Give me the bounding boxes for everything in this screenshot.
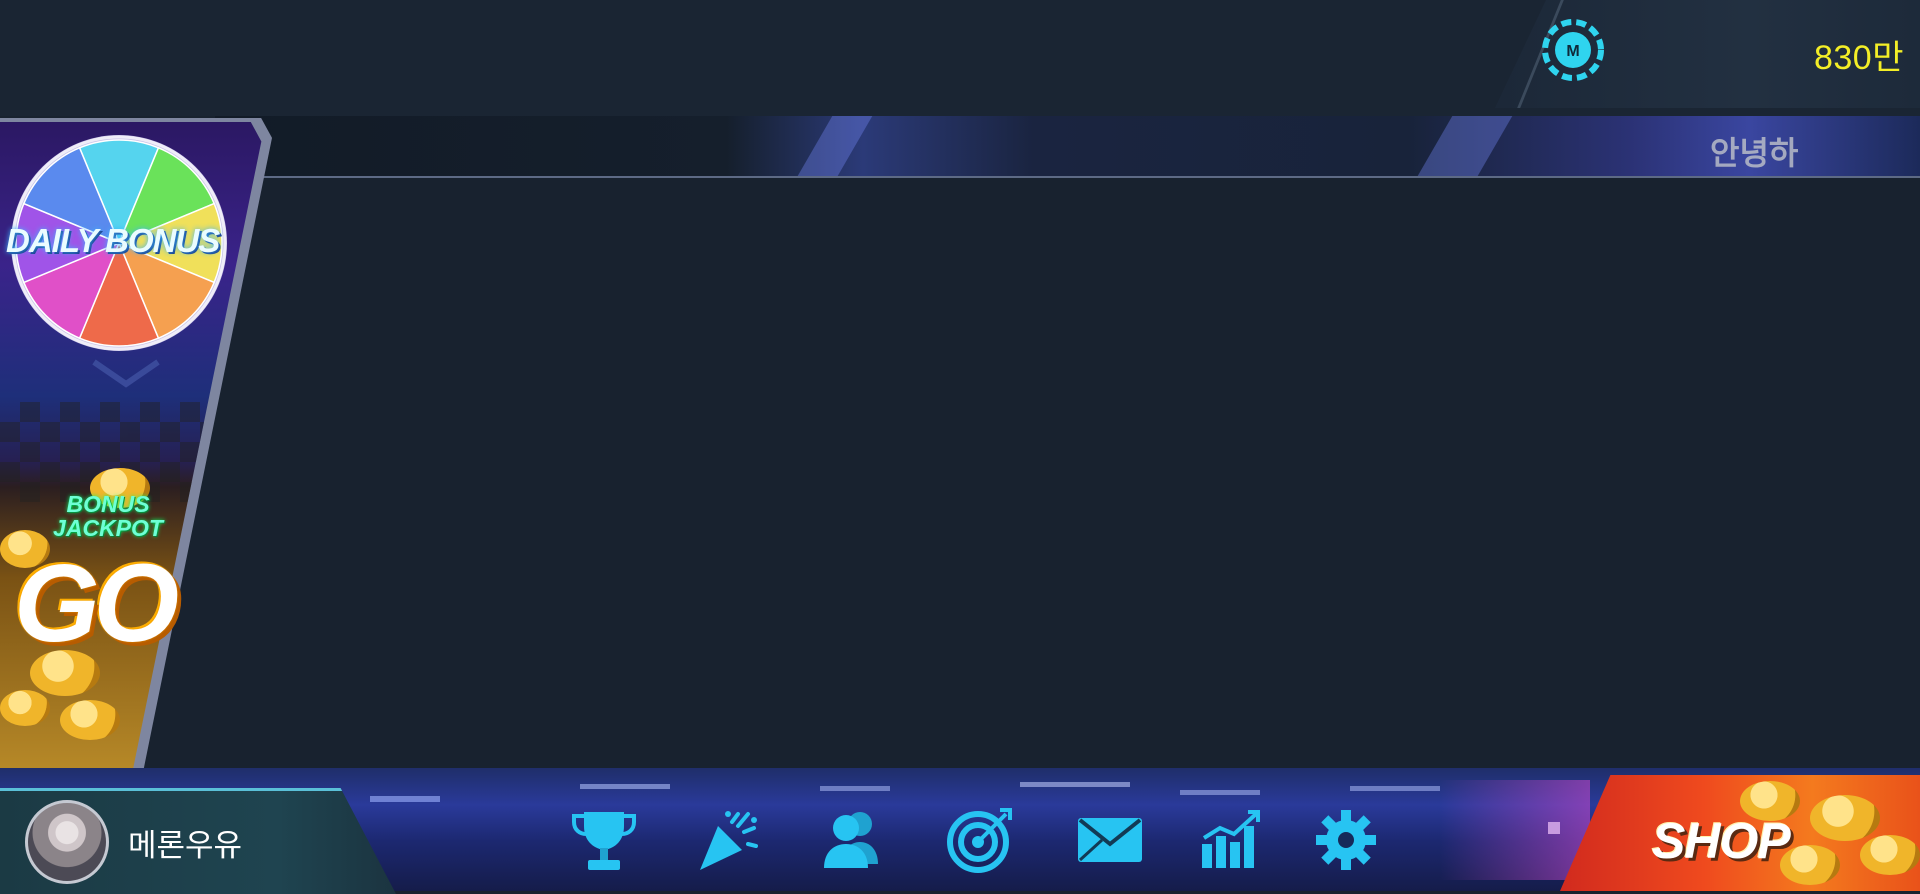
trophy-icon[interactable] (568, 804, 640, 876)
shop-deco (1440, 780, 1590, 880)
coin-decor (0, 690, 50, 726)
mail-icon[interactable] (1074, 804, 1146, 876)
coin-decor (1810, 795, 1880, 841)
bonus-line: BONUS (66, 491, 150, 517)
avatar[interactable] (25, 800, 109, 884)
daily-bonus-label[interactable]: DAILY BONUS (6, 222, 220, 260)
coin-decor (1860, 835, 1920, 875)
marquee-text: 안녕하 (1710, 134, 1799, 172)
friends-icon[interactable] (816, 804, 888, 876)
marquee-glow (797, 116, 873, 176)
party-popper-icon[interactable] (692, 804, 764, 876)
go-button[interactable]: GO (14, 540, 179, 667)
notice-marquee: 안녕하 (215, 116, 1920, 178)
username: 메론우유 (128, 828, 243, 864)
bonus-jackpot-label[interactable]: BONUS JACKPOT (38, 492, 178, 540)
settings-gear-icon[interactable] (1310, 804, 1382, 876)
target-icon[interactable] (944, 804, 1016, 876)
coin-amount: 830만 (1813, 39, 1904, 77)
coin-decor (60, 700, 120, 740)
chevron-down-icon (86, 358, 166, 388)
shop-label[interactable]: SHOP (1652, 812, 1791, 870)
jackpot-line: JACKPOT (53, 515, 163, 541)
chip-label: M (1566, 43, 1579, 60)
chip-icon: M (1541, 18, 1605, 82)
stats-chart-icon[interactable] (1196, 804, 1268, 876)
marquee-glow (1417, 116, 1513, 176)
deco-square (1548, 822, 1560, 834)
